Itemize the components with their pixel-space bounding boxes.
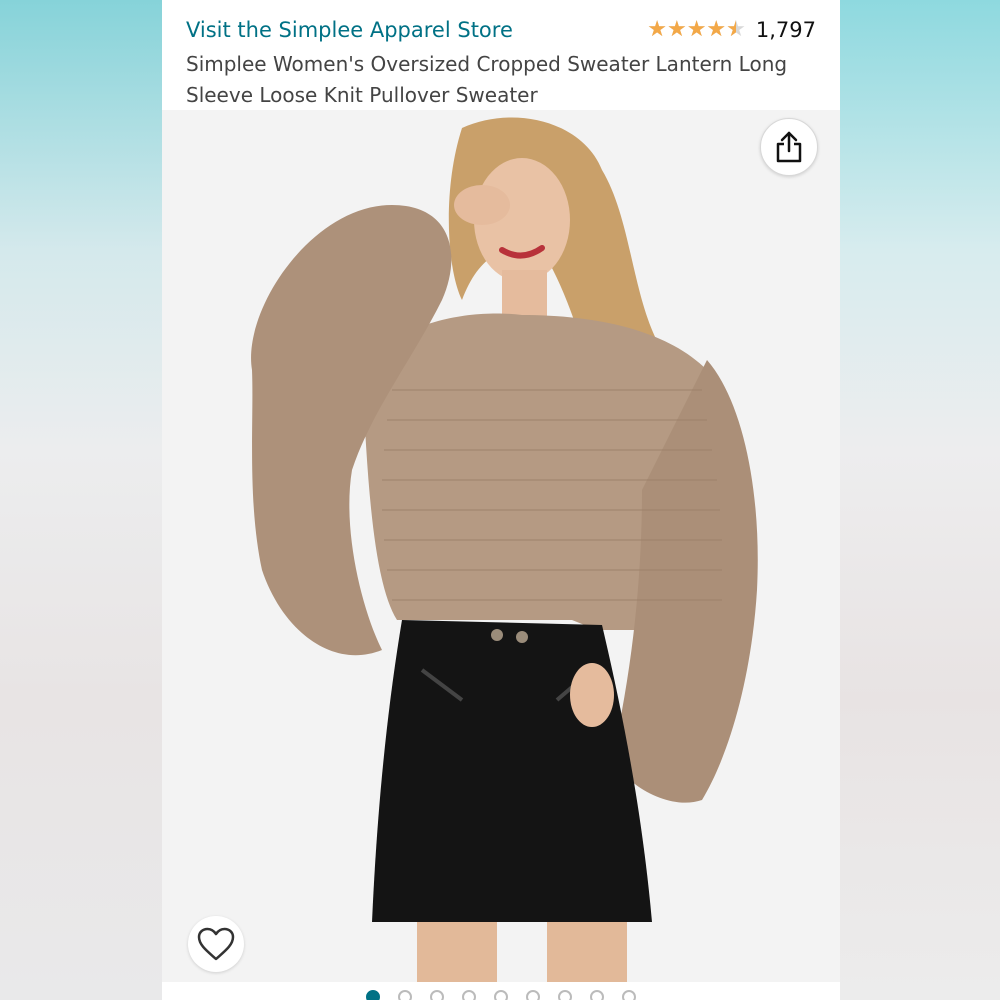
- store-link[interactable]: Visit the Simplee Apparel Store: [186, 18, 513, 42]
- wishlist-button[interactable]: [188, 916, 244, 972]
- rating-summary[interactable]: ★★★★★ ★★★★★ 1,797: [647, 18, 816, 42]
- carousel-dot[interactable]: [462, 990, 476, 1000]
- carousel-dot[interactable]: [398, 990, 412, 1000]
- product-header: Visit the Simplee Apparel Store ★★★★★ ★★…: [162, 0, 840, 110]
- carousel-dot[interactable]: [494, 990, 508, 1000]
- product-card: Visit the Simplee Apparel Store ★★★★★ ★★…: [162, 0, 840, 1000]
- share-icon: [776, 131, 802, 163]
- star-rating-filled: ★★★★★: [647, 19, 736, 41]
- review-count[interactable]: 1,797: [756, 18, 816, 42]
- carousel-dot[interactable]: [622, 990, 636, 1000]
- carousel-dot[interactable]: [366, 990, 380, 1000]
- product-title: Simplee Women's Oversized Cropped Sweate…: [186, 52, 788, 107]
- background-right: [840, 0, 1000, 1000]
- product-image: [162, 110, 840, 982]
- heart-icon: [197, 927, 235, 961]
- carousel-indicator[interactable]: [162, 990, 840, 1000]
- carousel-dot[interactable]: [558, 990, 572, 1000]
- skirt-shape: [372, 620, 652, 922]
- carousel-dot[interactable]: [590, 990, 604, 1000]
- share-button[interactable]: [760, 118, 818, 176]
- carousel-dot[interactable]: [526, 990, 540, 1000]
- star-rating: ★★★★★ ★★★★★: [647, 19, 746, 41]
- product-image-gallery[interactable]: [162, 110, 840, 982]
- carousel-dot[interactable]: [430, 990, 444, 1000]
- background-left: [0, 0, 162, 1000]
